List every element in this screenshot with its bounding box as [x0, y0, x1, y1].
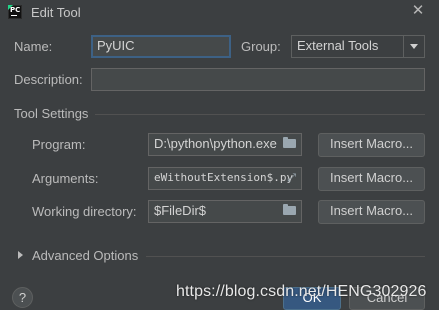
tool-settings-title: Tool Settings — [14, 106, 89, 121]
watermark-text: https://blog.csdn.net/HENG302926 — [176, 283, 427, 300]
folder-icon[interactable] — [283, 204, 296, 215]
group-select-value: External Tools — [297, 38, 379, 53]
name-input[interactable]: PyUIC — [91, 35, 231, 58]
insert-macro-button-working-dir[interactable]: Insert Macro... — [318, 200, 425, 224]
program-input[interactable]: D:\python\python.exe — [148, 133, 302, 156]
window-title: Edit Tool — [31, 5, 81, 20]
arguments-label: Arguments: — [32, 171, 99, 186]
advanced-options-toggle[interactable]: Advanced Options — [32, 248, 138, 263]
arguments-input[interactable]: eWithoutExtension$.py ⤢ — [148, 167, 302, 190]
working-directory-value: $FileDir$ — [154, 203, 207, 218]
working-directory-input[interactable]: $FileDir$ — [148, 200, 302, 223]
arguments-value: eWithoutExtension$.py — [154, 171, 294, 184]
insert-macro-button-arguments[interactable]: Insert Macro... — [318, 167, 425, 191]
group-select[interactable]: External Tools — [291, 35, 425, 58]
chevron-right-icon[interactable] — [18, 251, 23, 259]
description-input[interactable] — [91, 68, 425, 91]
help-button[interactable]: ? — [12, 287, 33, 308]
advanced-divider — [146, 256, 425, 257]
title-bar: PC Edit Tool ✕ — [0, 0, 439, 26]
close-icon[interactable]: ✕ — [411, 3, 425, 18]
group-label: Group: — [241, 39, 281, 54]
folder-icon[interactable] — [283, 137, 296, 148]
pycharm-logo-icon: PC — [8, 5, 22, 19]
insert-macro-button-program[interactable]: Insert Macro... — [318, 133, 425, 157]
program-label: Program: — [32, 137, 86, 152]
chevron-down-icon[interactable] — [403, 36, 424, 57]
description-label: Description: — [14, 72, 83, 87]
expand-icon[interactable]: ⤢ — [287, 171, 296, 185]
name-label: Name: — [14, 39, 53, 54]
program-value: D:\python\python.exe — [154, 136, 277, 151]
working-directory-label: Working directory: — [32, 204, 137, 219]
section-divider — [95, 114, 425, 115]
